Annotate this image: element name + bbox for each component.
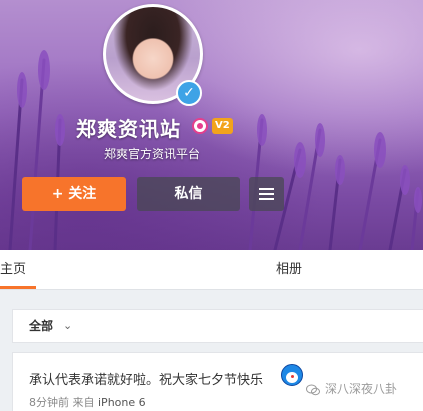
profile-banner: ✓ 郑爽资讯站 V2 郑爽官方资讯平台 + 关注 私信 (0, 0, 423, 250)
menu-icon-line (259, 193, 274, 195)
chevron-down-icon: ⌄ (63, 319, 73, 332)
level-icon[interactable]: V2 (212, 118, 233, 134)
tab-home[interactable]: 主页 (0, 250, 36, 289)
post-source-prefix: 来自 (72, 396, 95, 409)
emoji-icon (281, 364, 303, 386)
profile-nickname: 郑爽资讯站 (76, 117, 181, 141)
wechat-icon (306, 384, 320, 396)
follow-button[interactable]: + 关注 (22, 177, 126, 211)
post-meta: 8分钟前 来自 iPhone 6 (29, 394, 146, 410)
menu-icon-line (259, 198, 274, 200)
post-time: 8分钟前 (29, 396, 69, 409)
tab-album[interactable]: 相册 (276, 250, 302, 289)
post-device[interactable]: iPhone 6 (98, 396, 146, 409)
post-text: 承认代表承诺就好啦。祝大家七夕节快乐 (29, 373, 264, 388)
menu-icon (259, 188, 274, 190)
profile-subtitle: 郑爽官方资讯平台 (104, 147, 201, 161)
profile-tabs: 主页 相册 (0, 250, 423, 290)
verified-icon: ✓ (176, 80, 202, 106)
member-icon[interactable] (192, 118, 208, 134)
more-menu-button[interactable] (249, 177, 284, 211)
feed-filter[interactable]: 全部 ⌄ (12, 309, 423, 343)
filter-label: 全部 (29, 319, 54, 333)
watermark-text: 深八深夜八卦 (325, 382, 398, 396)
message-button[interactable]: 私信 (137, 177, 240, 211)
